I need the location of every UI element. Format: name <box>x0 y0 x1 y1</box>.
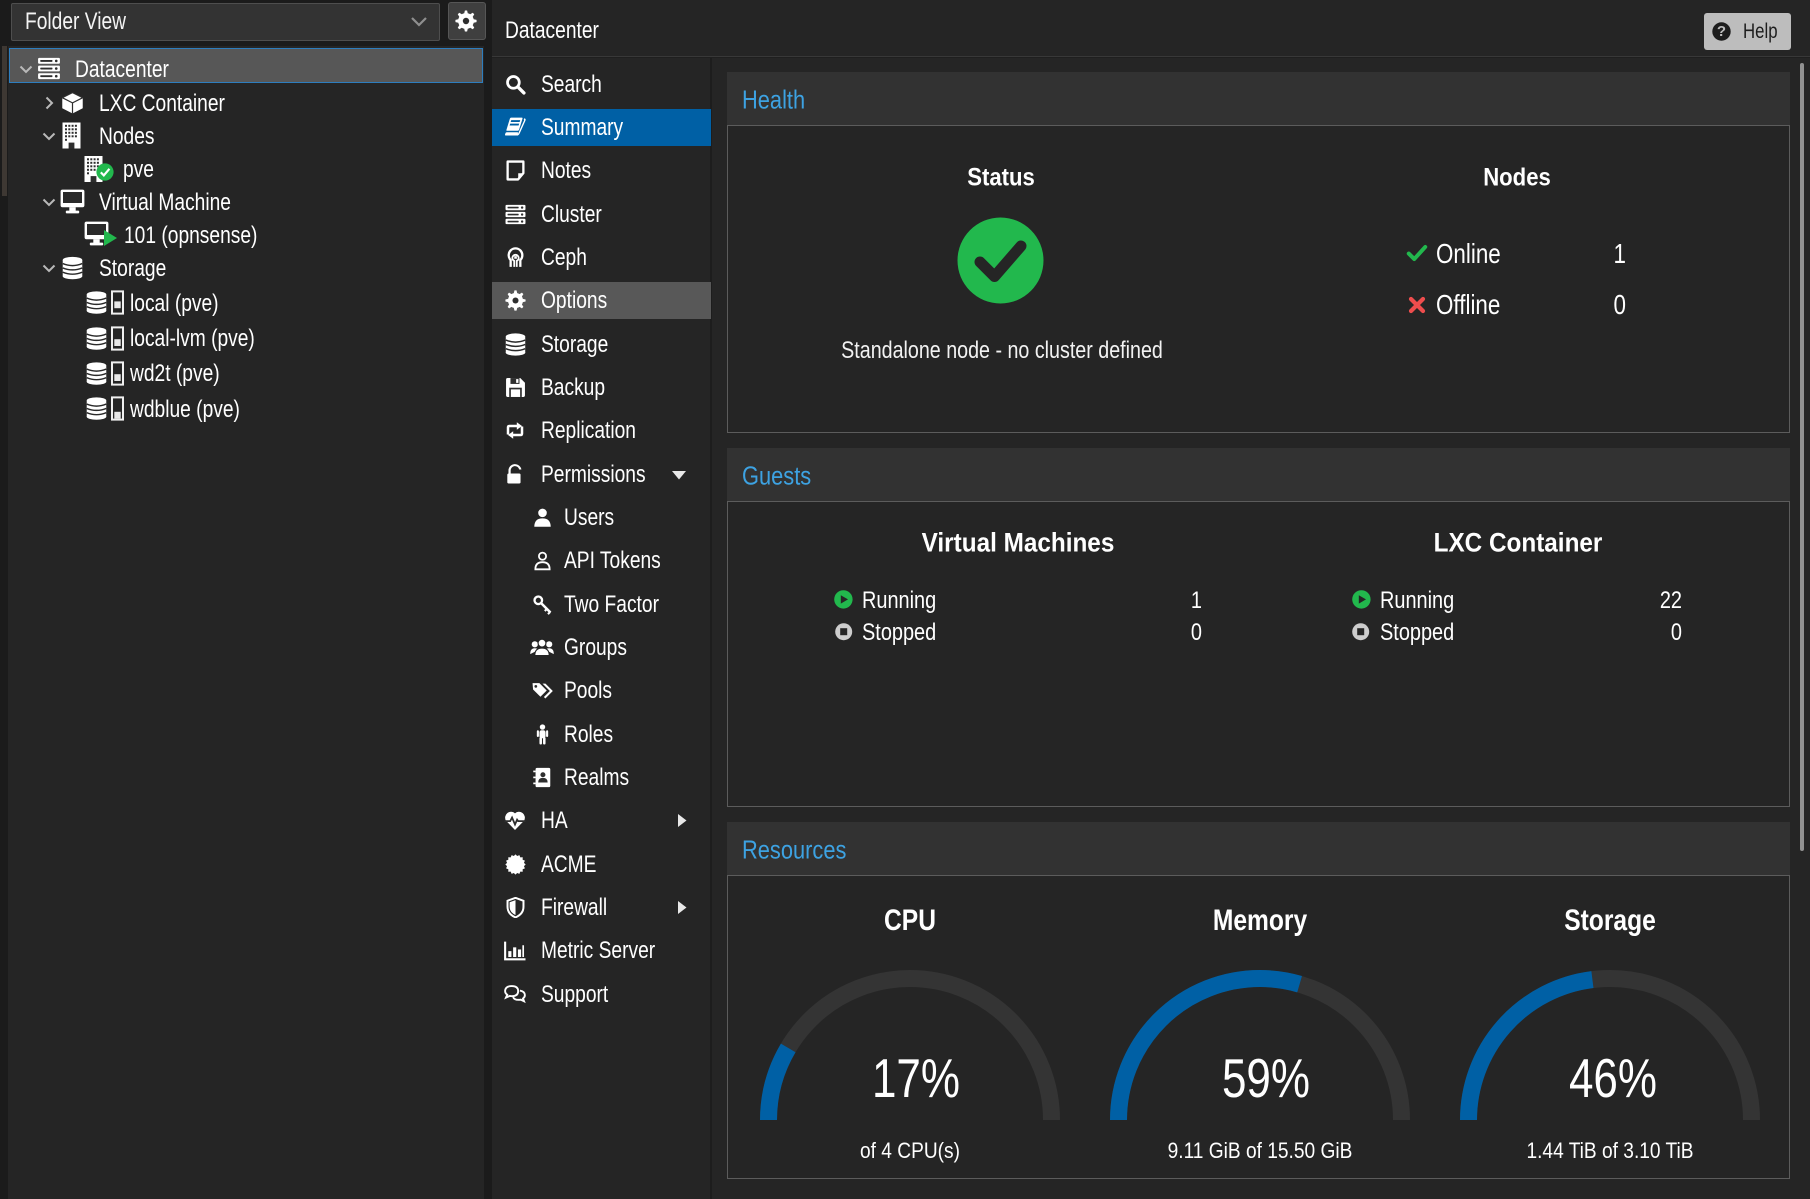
svg-text:?: ? <box>1717 23 1726 40</box>
